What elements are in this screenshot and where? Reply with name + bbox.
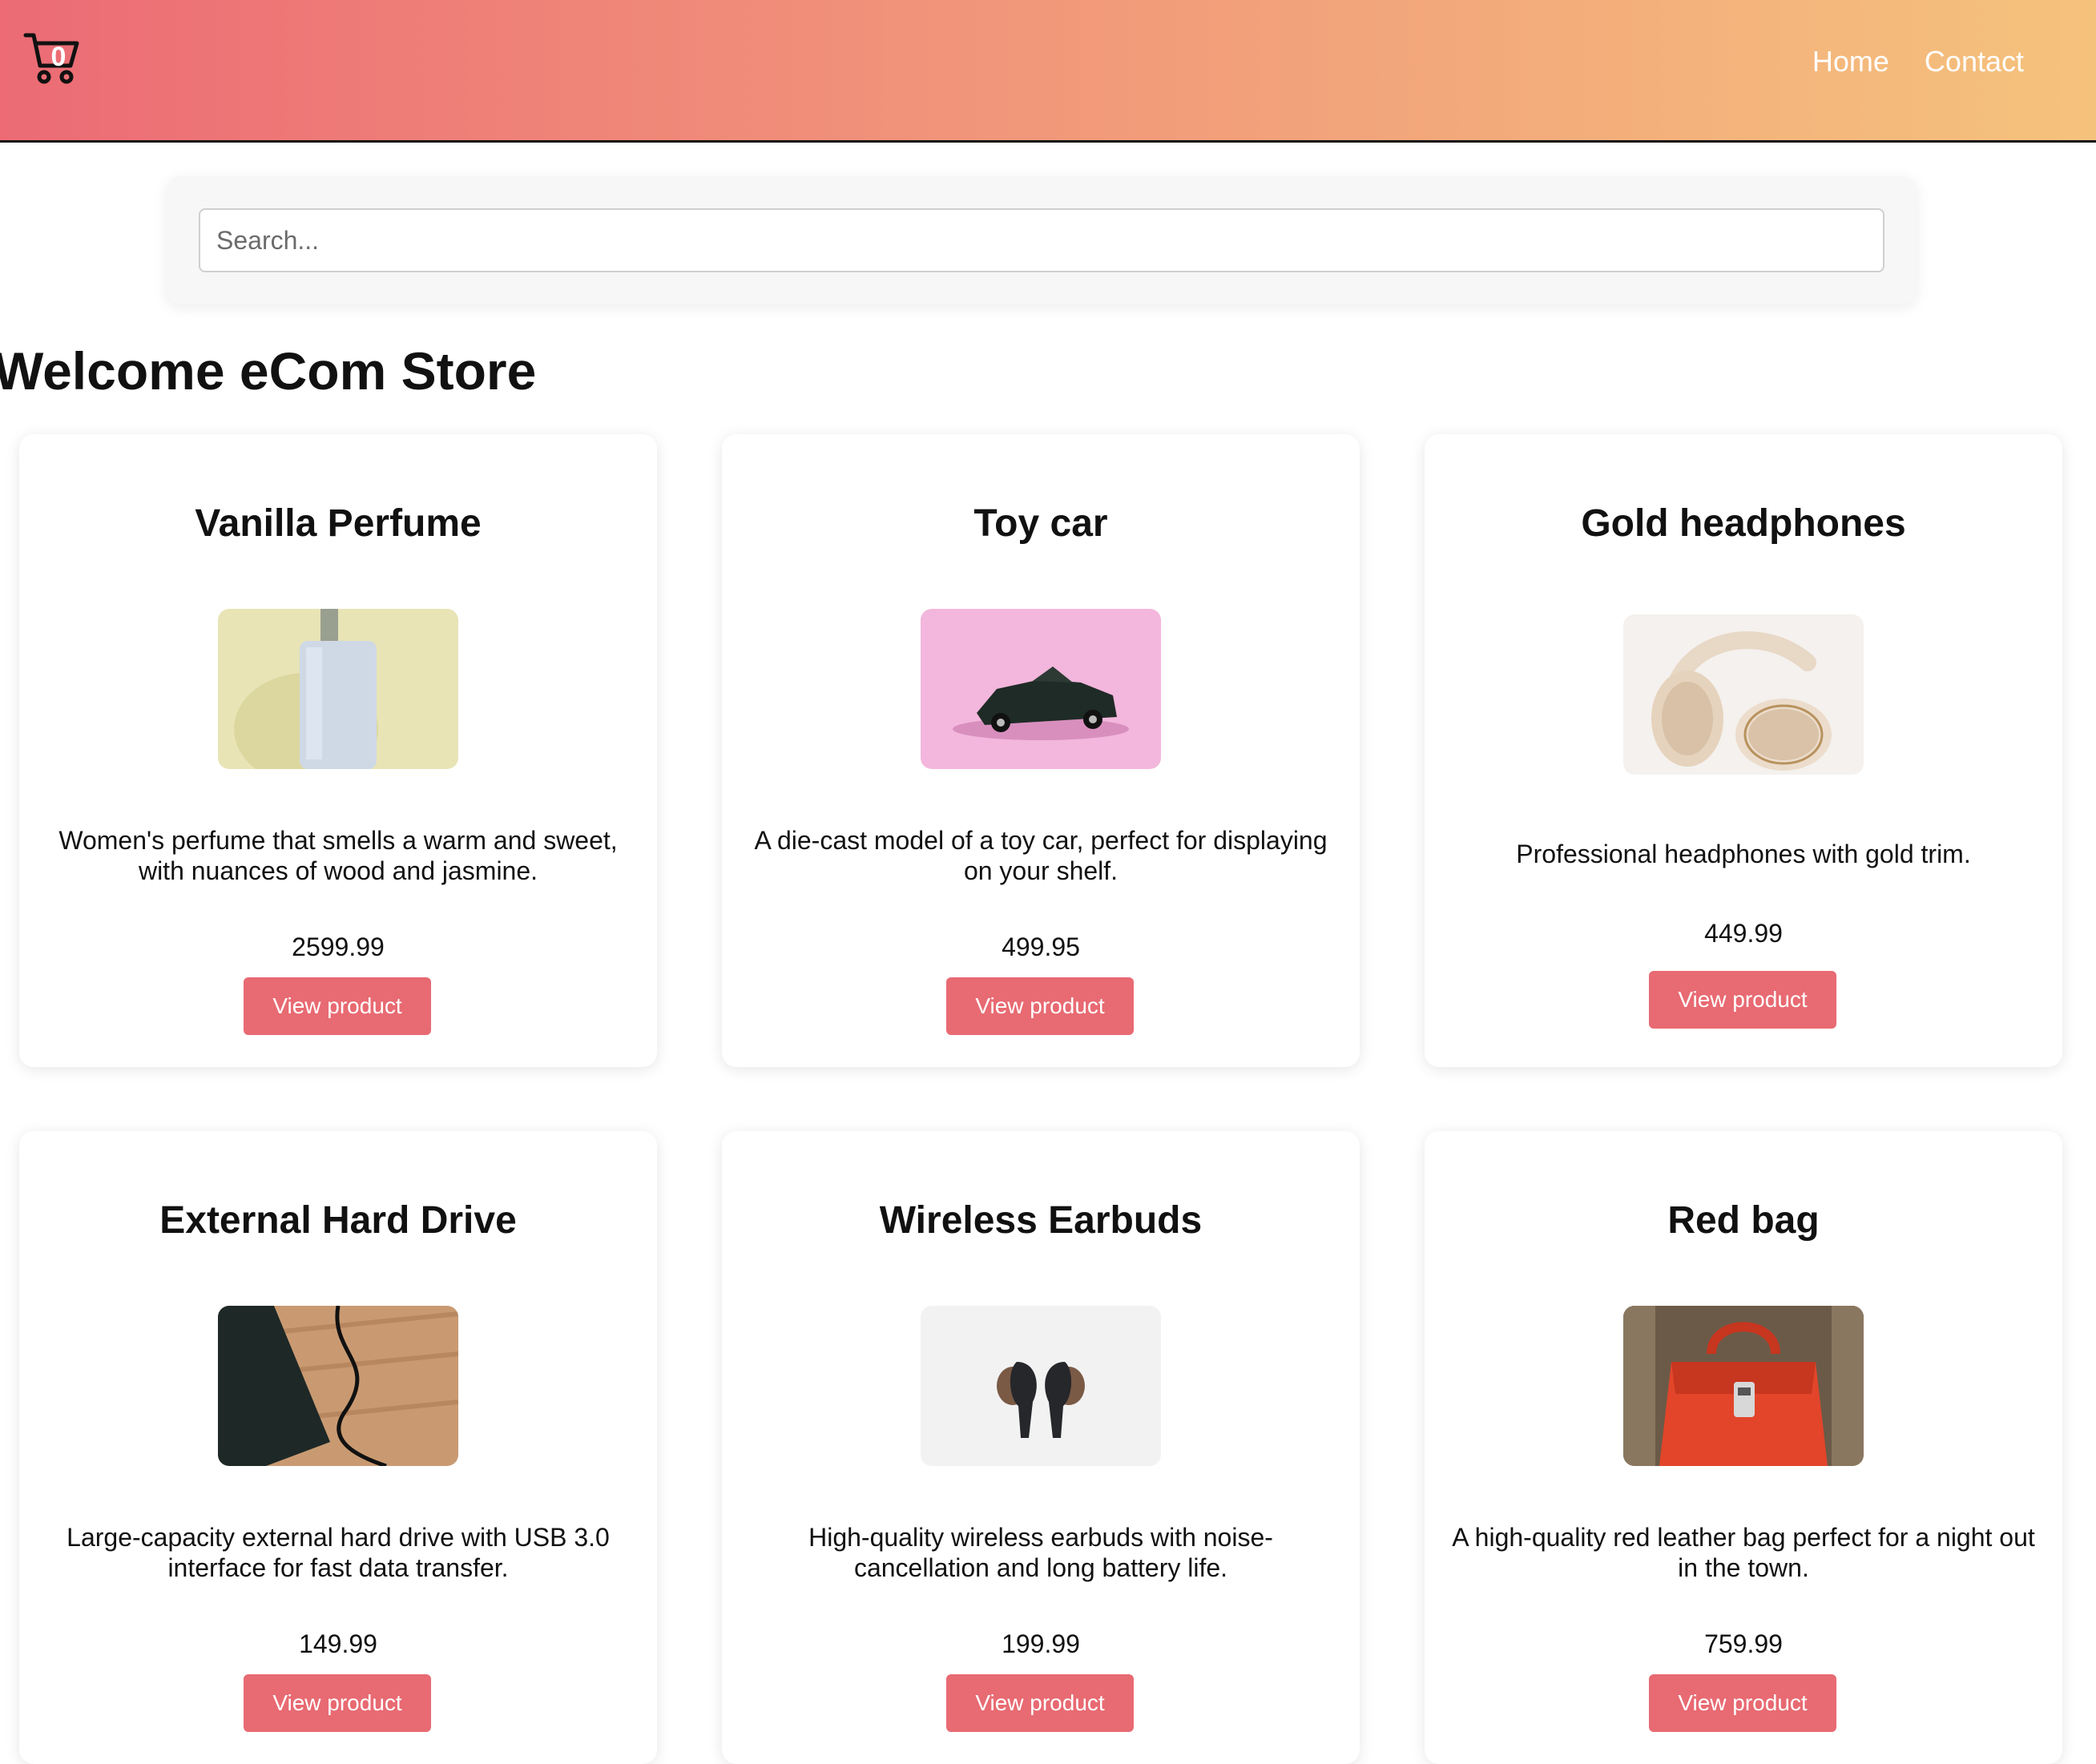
product-card-external-hard-drive: External Hard Drive Large-capacity exter… bbox=[19, 1131, 657, 1764]
product-image-hard-drive bbox=[218, 1306, 458, 1466]
view-product-button[interactable]: View product bbox=[1649, 1674, 1836, 1732]
product-price: 199.99 bbox=[1002, 1629, 1080, 1658]
product-card-toy-car: Toy car A die-cast model of a toy car, p… bbox=[722, 434, 1360, 1067]
product-card-gold-headphones: Gold headphones Professional headphones … bbox=[1425, 434, 2062, 1067]
product-description: Women's perfume that smells a warm and s… bbox=[58, 826, 618, 885]
product-description: High-quality wireless earbuds with noise… bbox=[808, 1523, 1273, 1582]
main-nav: Home Contact bbox=[1812, 42, 2024, 82]
view-product-button[interactable]: View product bbox=[946, 1674, 1134, 1732]
product-image-perfume bbox=[218, 609, 458, 769]
page-title: Welcome eCom Store bbox=[0, 341, 537, 401]
product-image-toy-car bbox=[921, 609, 1161, 769]
product-title: Gold headphones bbox=[1581, 502, 1906, 545]
product-image-red-bag bbox=[1623, 1306, 1864, 1466]
product-price: 499.95 bbox=[1002, 932, 1080, 961]
view-product-button[interactable]: View product bbox=[946, 977, 1134, 1035]
product-description: A die-cast model of a toy car, perfect f… bbox=[754, 826, 1328, 885]
nav-home-link[interactable]: Home bbox=[1812, 42, 1889, 82]
product-price: 759.99 bbox=[1704, 1629, 1783, 1658]
product-title: Toy car bbox=[973, 502, 1108, 545]
product-description: Large-capacity external hard drive with … bbox=[67, 1523, 610, 1582]
product-title: Wireless Earbuds bbox=[879, 1199, 1203, 1242]
product-price: 149.99 bbox=[299, 1629, 377, 1658]
site-header: 0 Home Contact bbox=[0, 0, 2096, 143]
view-product-button[interactable]: View product bbox=[244, 1674, 431, 1732]
product-description: Professional headphones with gold trim. bbox=[1516, 840, 1971, 868]
product-price: 449.99 bbox=[1704, 919, 1783, 948]
product-title: External Hard Drive bbox=[159, 1199, 517, 1242]
product-card-wireless-earbuds: Wireless Earbuds High-quality wireless e… bbox=[722, 1131, 1360, 1764]
search-input[interactable] bbox=[199, 208, 1884, 272]
view-product-button[interactable]: View product bbox=[1649, 971, 1836, 1029]
product-card-vanilla-perfume: Vanilla Perfume Women's perfume that sme… bbox=[19, 434, 657, 1067]
product-image-headphones bbox=[1623, 614, 1864, 775]
view-product-button[interactable]: View product bbox=[244, 977, 431, 1035]
product-title: Vanilla Perfume bbox=[195, 502, 482, 545]
cart-button[interactable]: 0 bbox=[22, 29, 82, 88]
product-title: Red bag bbox=[1667, 1199, 1820, 1242]
nav-contact-link[interactable]: Contact bbox=[1925, 42, 2024, 82]
product-card-red-bag: Red bag A high-quality red leather bag p… bbox=[1425, 1131, 2062, 1764]
product-description: A high-quality red leather bag perfect f… bbox=[1452, 1523, 2035, 1582]
cart-count-badge: 0 bbox=[50, 42, 67, 72]
product-image-earbuds bbox=[921, 1306, 1161, 1466]
product-price: 2599.99 bbox=[292, 932, 385, 961]
search-panel bbox=[167, 176, 1917, 304]
